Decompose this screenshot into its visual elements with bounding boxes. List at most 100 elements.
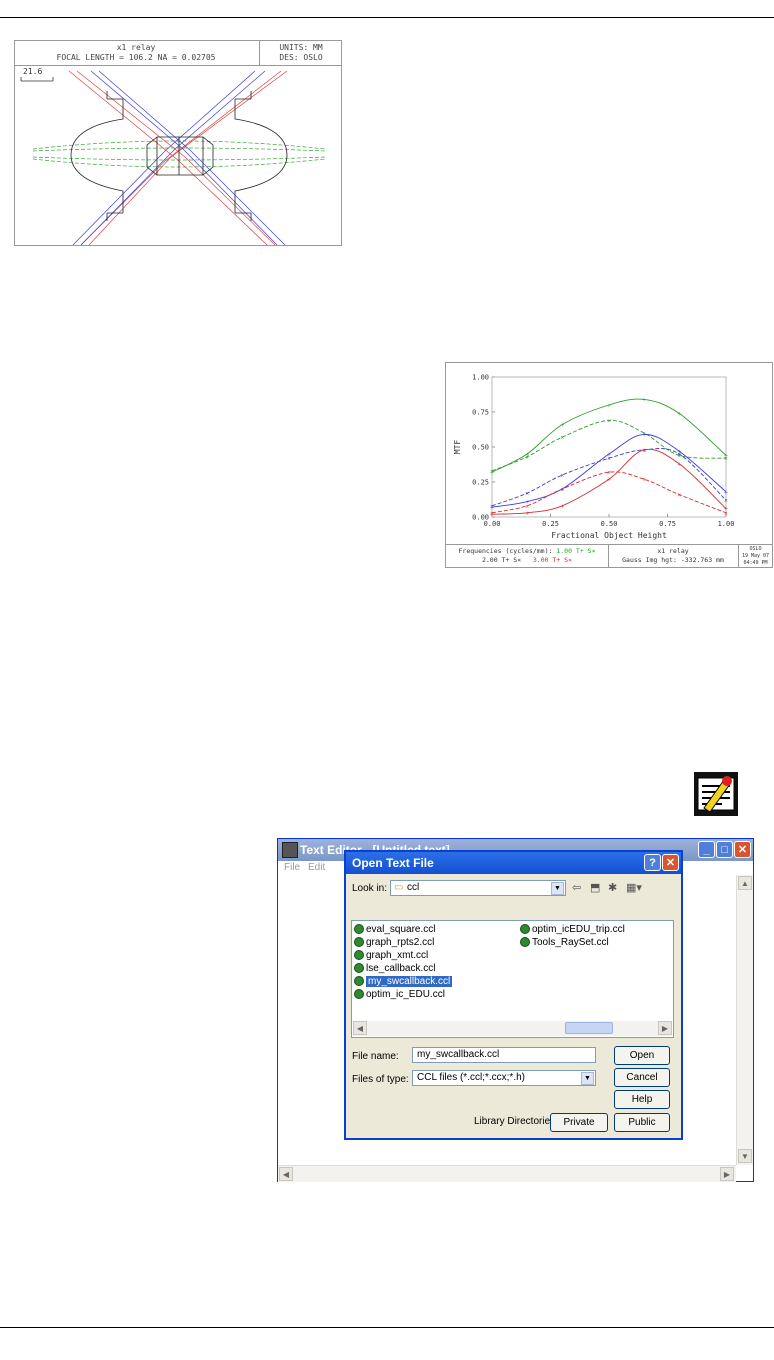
ccl-file-icon xyxy=(354,924,364,934)
data-point-marker: × xyxy=(607,456,611,462)
menu-file[interactable]: File xyxy=(284,862,300,873)
file-item[interactable]: lse_callback.ccl xyxy=(354,963,435,975)
lens-layout-drawing: x1 relay FOCAL LENGTH = 106.2 NA = 0.027… xyxy=(14,40,342,246)
data-point-marker: + xyxy=(724,490,728,496)
open-button[interactable]: Open xyxy=(614,1046,670,1065)
file-list[interactable]: eval_square.ccl graph_rpts2.ccl graph_xm… xyxy=(351,920,674,1038)
data-point-marker: + xyxy=(607,477,611,483)
mtf-chart: 0.00 0.25 0.50 0.75 1.00 0.00 0.25 0.50 0.75 1.00… xyxy=(445,362,773,568)
new-folder-icon[interactable]: ✱ xyxy=(608,881,617,894)
file-type-select[interactable]: CCL files (*.ccl;*.ccx;*.h) ▼ xyxy=(412,1070,596,1086)
y-tick-label: 0.75 xyxy=(472,409,489,417)
file-item-selected[interactable]: my_swcallback.ccl xyxy=(354,976,453,988)
ccl-file-icon xyxy=(354,976,364,986)
ccl-file-icon xyxy=(354,950,364,960)
view-menu-icon[interactable]: ▦▾ xyxy=(626,881,642,894)
dialog-title: Open Text File xyxy=(352,856,434,870)
x-tick-label: 0.25 xyxy=(542,520,559,528)
look-in-label: Look in: xyxy=(352,883,388,894)
ccl-file-icon xyxy=(354,963,364,973)
chevron-down-icon[interactable]: ▼ xyxy=(551,882,564,895)
data-point-marker: × xyxy=(677,452,681,458)
ccl-file-icon xyxy=(520,937,530,947)
minimize-button[interactable]: _ xyxy=(698,841,715,858)
scroll-left-icon[interactable]: ◀ xyxy=(279,1167,293,1181)
folder-icon: ▭ xyxy=(394,882,404,893)
menu-edit[interactable]: Edit xyxy=(308,862,325,873)
scroll-right-icon[interactable]: ▶ xyxy=(658,1021,672,1035)
editor-vertical-scrollbar[interactable]: ▲ ▼ xyxy=(736,875,753,1165)
file-name-input[interactable]: my_swcallback.ccl xyxy=(412,1047,596,1063)
scroll-thumb[interactable] xyxy=(565,1022,613,1034)
file-item[interactable]: optim_icEDU_trip.ccl xyxy=(520,924,625,936)
up-folder-icon[interactable]: ⬒ xyxy=(590,881,600,894)
look-in-value: ccl xyxy=(407,882,420,893)
close-button[interactable]: ✕ xyxy=(734,841,751,858)
maximize-button[interactable]: □ xyxy=(716,841,733,858)
y-tick-label: 1.00 xyxy=(472,374,489,382)
public-button[interactable]: Public xyxy=(614,1113,670,1132)
frequency-2: 2.00 T+ S× xyxy=(481,556,522,564)
dialog-titlebar[interactable]: Open Text File ? ✕ xyxy=(346,852,681,874)
chevron-down-icon[interactable]: ▼ xyxy=(581,1072,594,1085)
data-point-marker: × xyxy=(607,418,611,424)
y-tick-label: 0.25 xyxy=(472,479,489,487)
help-button[interactable]: Help xyxy=(614,1090,670,1109)
footer-lens-name: x1 relay xyxy=(657,547,689,555)
lens-ray-diagram xyxy=(20,70,326,245)
frequency-label: Frequencies (cycles/mm): xyxy=(458,547,553,555)
editor-app-icon[interactable] xyxy=(282,842,298,858)
ccl-file-icon xyxy=(354,989,364,999)
file-item[interactable]: graph_rpts2.ccl xyxy=(354,937,434,949)
file-name-value: my_swcallback.ccl xyxy=(417,1049,500,1060)
file-item[interactable]: eval_square.ccl xyxy=(354,924,435,936)
data-point-marker: × xyxy=(525,455,529,461)
data-point-marker: + xyxy=(560,423,564,429)
file-list-horizontal-scrollbar[interactable]: ◀ ▶ xyxy=(353,1021,672,1036)
file-item[interactable]: optim_ic_EDU.ccl xyxy=(354,989,445,1001)
data-point-marker: × xyxy=(607,470,611,476)
x-tick-label: 1.00 xyxy=(718,520,735,528)
text-editor-icon[interactable] xyxy=(694,772,738,816)
lens-units: UNITS: MM xyxy=(279,43,323,52)
footer-program: OSLO xyxy=(749,546,762,552)
editor-horizontal-scrollbar[interactable]: ◀ ▶ xyxy=(278,1165,736,1182)
dialog-close-button[interactable]: ✕ xyxy=(662,854,679,871)
mtf-plot: 0.00 0.25 0.50 0.75 1.000.000.250.500.751.00… xyxy=(453,374,735,541)
frequency-3: 3.00 T+ S× xyxy=(532,556,573,564)
scroll-up-icon[interactable]: ▲ xyxy=(738,876,752,890)
x-tick-label: 0.50 xyxy=(601,520,618,528)
private-button[interactable]: Private xyxy=(550,1113,608,1132)
mtf-footer: Frequencies (cycles/mm): 1.00 T+ S× 2.00… xyxy=(446,544,772,568)
header-separator xyxy=(259,41,260,65)
file-name-label: File name: xyxy=(352,1051,399,1062)
scroll-right-icon[interactable]: ▶ xyxy=(720,1167,734,1181)
file-item[interactable]: Tools_RaySet.ccl xyxy=(520,937,609,949)
lens-drawing-header: x1 relay FOCAL LENGTH = 106.2 NA = 0.027… xyxy=(15,41,341,66)
scale-bar-label: 21.6 xyxy=(23,67,43,76)
data-point-marker: × xyxy=(525,491,529,497)
y-tick-label: 0.00 xyxy=(472,514,489,522)
x-axis-label: Fractional Object Height xyxy=(551,531,667,540)
look-in-select[interactable]: ▭ ccl ▼ xyxy=(390,880,566,896)
frequency-line-2: 2.00 T+ S× 3.00 T+ S× xyxy=(448,556,606,564)
data-point-marker: × xyxy=(560,487,564,493)
lens-title: x1 relay xyxy=(116,43,156,52)
y-tick-label: 0.50 xyxy=(472,444,489,452)
footer-date: 19 May 07 xyxy=(741,553,770,559)
scroll-down-icon[interactable]: ▼ xyxy=(738,1149,752,1163)
footer-time: 04:49 PM xyxy=(743,560,768,566)
data-point-marker: × xyxy=(560,473,564,479)
frequency-line-1: Frequencies (cycles/mm): 1.00 T+ S× xyxy=(448,547,606,555)
file-type-label: Files of type: xyxy=(352,1074,409,1085)
ccl-file-icon xyxy=(520,924,530,934)
open-text-file-dialog: Open Text File ? ✕ Look in: ▭ ccl ▼ ⇦ ⬒ … xyxy=(344,850,683,1140)
file-item[interactable]: graph_xmt.ccl xyxy=(354,950,428,962)
data-point-marker: + xyxy=(677,462,681,468)
back-icon[interactable]: ⇦ xyxy=(572,881,581,894)
help-question-button[interactable]: ? xyxy=(644,854,661,871)
data-point-marker: + xyxy=(607,403,611,409)
scroll-left-icon[interactable]: ◀ xyxy=(353,1021,367,1035)
text-editor-window: Text Editor - [Untitled text] _ □ ✕ File… xyxy=(277,838,754,1182)
cancel-button[interactable]: Cancel xyxy=(614,1068,670,1087)
